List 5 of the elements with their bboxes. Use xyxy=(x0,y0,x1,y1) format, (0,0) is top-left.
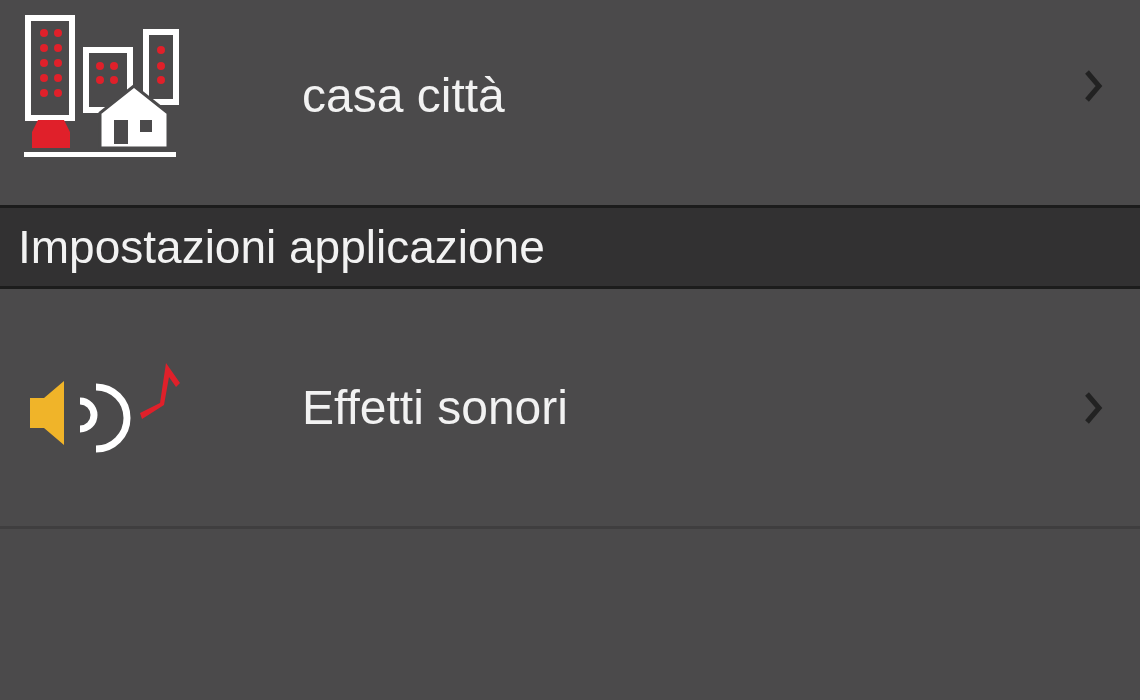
row-label: casa città xyxy=(302,68,506,123)
chevron-icon xyxy=(1082,68,1104,104)
section-title: Impostazioni applicazione xyxy=(18,220,545,274)
row-label: Effetti sonori xyxy=(302,380,569,435)
list-row[interactable]: Effetti sonori xyxy=(0,289,1140,529)
